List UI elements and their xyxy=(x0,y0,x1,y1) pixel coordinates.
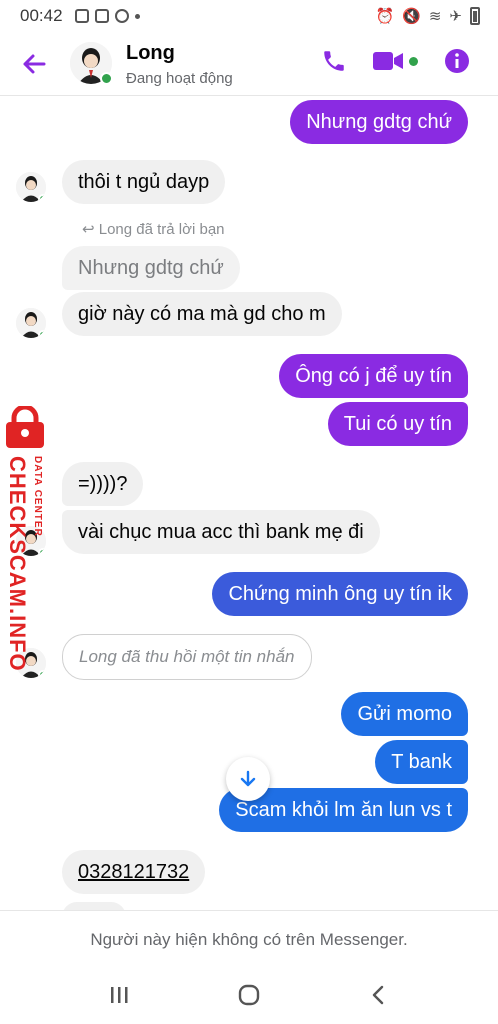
contact-avatar[interactable] xyxy=(70,42,113,85)
alarm-icon: ⏰ xyxy=(375,8,395,25)
online-indicator xyxy=(38,194,46,202)
message-incoming[interactable]: vài chục mua acc thì bank mẹ đi xyxy=(62,510,380,554)
message-list[interactable]: Nhưng gdtg chứ thôi t ngủ dayp ↩ Long đã… xyxy=(0,96,498,910)
wifi-icon: ≋ xyxy=(428,8,442,25)
message-outgoing[interactable]: Ông có j để uy tín xyxy=(279,354,468,398)
app-icon xyxy=(94,9,109,23)
contact-status: Đang hoạt động xyxy=(126,70,233,87)
airplane-icon: ✈ xyxy=(449,8,462,25)
online-indicator xyxy=(38,330,46,338)
mute-icon: 🔇 xyxy=(402,8,421,25)
system-nav-bar xyxy=(0,968,498,1024)
facebook-icon xyxy=(114,9,129,23)
message-incoming[interactable]: giờ này có ma mà gd cho m xyxy=(62,292,342,336)
online-indicator xyxy=(38,670,46,678)
home-icon[interactable] xyxy=(234,980,264,1010)
arrow-down-icon xyxy=(240,770,256,787)
message-outgoing[interactable]: Tui có uy tín xyxy=(327,402,468,446)
reply-icon: ↩ xyxy=(82,221,99,238)
message-incoming[interactable]: 0328121732 xyxy=(62,850,206,894)
unavailable-notice: Người này hiện không có trên Messenger. xyxy=(0,910,498,968)
scroll-to-bottom-button[interactable] xyxy=(226,757,270,801)
chat-header: Long Đang hoạt động xyxy=(0,32,498,96)
message-incoming-partial xyxy=(62,902,126,910)
message-outgoing[interactable]: Chứng minh ông uy tín ik xyxy=(212,572,468,616)
video-icon[interactable] xyxy=(373,50,418,72)
message-outgoing[interactable]: T bank xyxy=(375,740,468,784)
more-notifications-icon xyxy=(134,13,140,19)
watermark-main: CHECKSCAM.INFO xyxy=(5,456,30,672)
sender-avatar[interactable] xyxy=(16,172,46,202)
battery-icon xyxy=(470,7,480,25)
lock-icon xyxy=(6,406,44,448)
contact-name[interactable]: Long xyxy=(126,42,175,65)
phone-number-link[interactable]: 0328121732 xyxy=(78,861,189,883)
unavailable-notice-text: Người này hiện không có trên Messenger. xyxy=(90,929,408,949)
message-incoming[interactable]: =))))? xyxy=(62,462,144,506)
recalled-message: Long đã thu hồi một tin nhắn xyxy=(62,634,312,680)
recent-apps-icon[interactable] xyxy=(104,980,134,1010)
message-outgoing[interactable]: Gửi momo xyxy=(341,692,468,736)
online-indicator xyxy=(100,72,113,85)
back-arrow-icon[interactable] xyxy=(20,50,48,78)
status-time: 00:42 xyxy=(20,6,63,25)
gallery-icon xyxy=(74,9,89,23)
quoted-message[interactable]: Nhưng gdtg chứ xyxy=(62,246,240,290)
message-incoming[interactable]: thôi t ngủ dayp xyxy=(62,160,226,204)
status-bar: 00:42 ⏰ 🔇 ≋ ✈ xyxy=(0,0,498,32)
reply-note: ↩ Long đã trả lời bạn xyxy=(82,221,225,238)
sender-avatar[interactable] xyxy=(16,308,46,338)
watermark-sub: DATA CENTER xyxy=(32,456,43,537)
message-outgoing[interactable]: Nhưng gdtg chứ xyxy=(290,100,468,144)
phone-icon[interactable] xyxy=(321,48,347,74)
watermark: CHECKSCAM.INFO DATA CENTER xyxy=(0,406,56,672)
info-icon[interactable] xyxy=(444,48,470,74)
nav-back-icon[interactable] xyxy=(364,980,394,1010)
